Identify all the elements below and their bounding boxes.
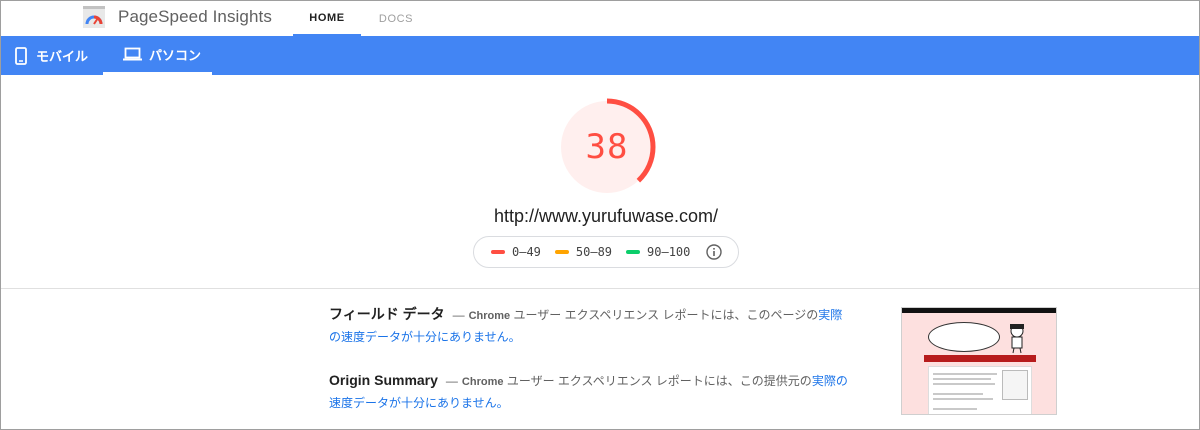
thumbnail-text-line [933,378,991,380]
smartphone-icon [15,46,27,65]
legend-swatch-pass [626,250,641,254]
score-legend: 0–49 50–89 90–100 [473,236,739,268]
brand-title[interactable]: PageSpeed Insights [118,7,272,27]
field-data-dash: — [452,308,465,322]
legend-item-fail: 0–49 [491,245,541,259]
thumbnail-sidebar [1002,370,1028,400]
section-divider [1,288,1199,289]
page-frame: PageSpeed Insights HOME DOCS モバイル パソコン 3… [0,0,1200,430]
thumbnail-character-image [1010,324,1024,354]
laptop-icon [123,47,142,61]
thumbnail-text-line [933,393,983,395]
legend-range-average: 50–89 [575,245,613,259]
analyzed-url: http://www.yurufuwase.com/ [493,206,719,226]
thumbnail-topbar [902,308,1056,313]
origin-summary-section: Origin Summary — Chrome ユーザー エクスペリエンス レポート… [329,370,849,414]
tab-desktop[interactable]: パソコン [103,36,212,75]
thumbnail-banner [924,355,1036,362]
tab-docs[interactable]: DOCS [363,1,429,36]
field-data-title: フィールド データ [329,306,445,322]
tab-mobile[interactable]: モバイル [15,36,88,75]
legend-item-average: 50–89 [554,245,613,259]
device-tab-bar: モバイル パソコン [1,36,1199,75]
field-data-text: ユーザー エクスペリエンス レポートには、このページの [510,308,819,322]
info-icon[interactable] [706,244,723,260]
legend-item-pass: 90–100 [626,245,690,259]
origin-summary-dash: — [445,374,458,388]
legend-swatch-average [554,250,569,254]
origin-summary-source: Chrome [461,376,504,388]
thumbnail-text-line [933,383,995,385]
field-data-source: Chrome [468,310,511,322]
tab-desktop-label: パソコン [149,47,202,63]
origin-summary-text: ユーザー エクスペリエンス レポートには、この提供元の [503,374,812,388]
legend-range-pass: 90–100 [647,245,691,259]
thumbnail-speech-bubble [928,322,1000,352]
field-data-section: フィールド データ — Chrome ユーザー エクスペリエンス レポートには、この… [329,304,849,348]
performance-score: 38 [585,127,629,167]
thumbnail-text-line [933,408,977,410]
tab-home[interactable]: HOME [293,1,361,36]
tab-mobile-label: モバイル [36,49,89,64]
top-header: PageSpeed Insights HOME DOCS [1,1,1199,36]
pagespeed-logo-icon[interactable] [83,6,105,28]
thumbnail-text-line [933,398,993,400]
legend-swatch-fail [491,250,505,254]
thumbnail-text-line [933,373,997,375]
origin-summary-title: Origin Summary [329,372,438,388]
legend-range-fail: 0–49 [512,245,541,259]
page-screenshot-thumbnail [901,307,1057,415]
